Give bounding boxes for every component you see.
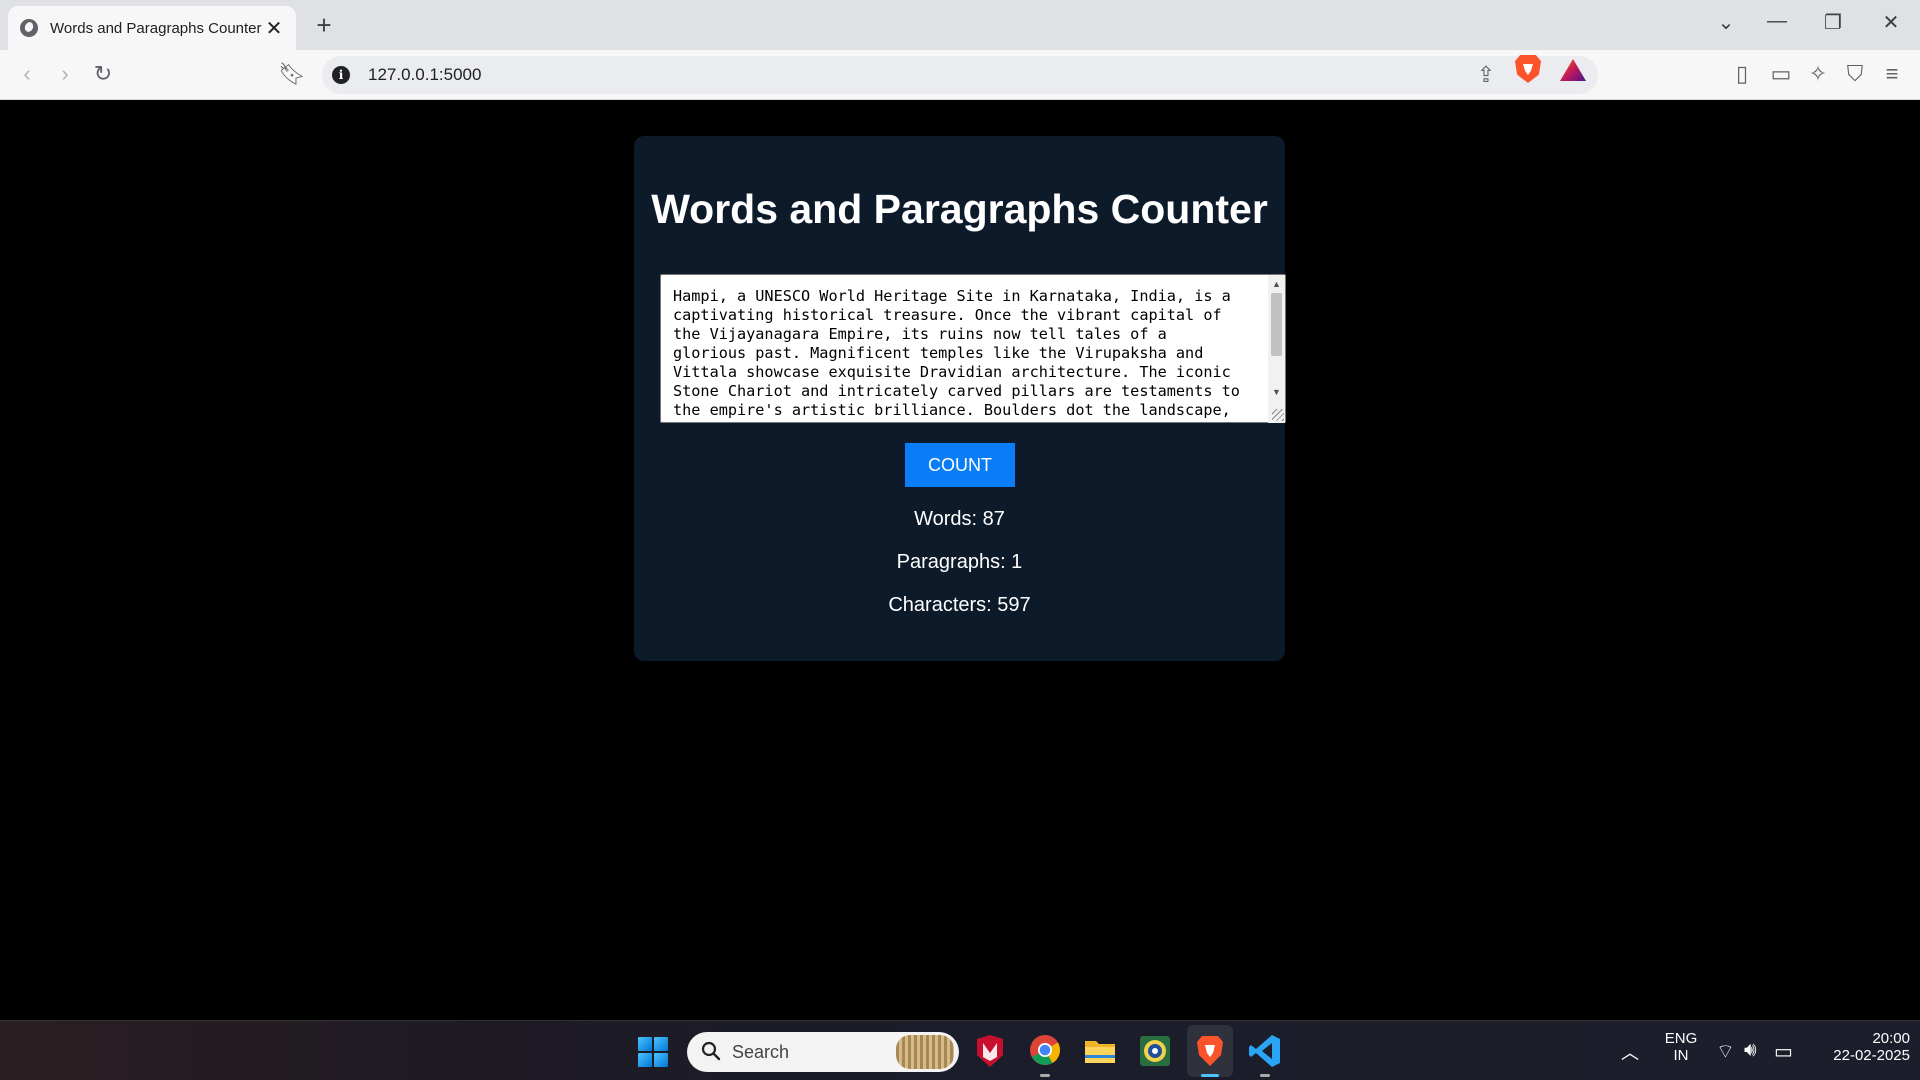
search-placeholder: Search — [732, 1042, 790, 1062]
windows-taskbar: Search ︿ ENG IN ⌔ 🔊︎ ▭ 20:00 22-02-2025 — [0, 1020, 1920, 1080]
tab-title: Words and Paragraphs Counter — [50, 19, 262, 37]
minimize-button[interactable]: — — [1762, 10, 1792, 33]
page-viewport: Words and Paragraphs Counter Hampi, a UN… — [0, 101, 1920, 1020]
file-explorer-icon[interactable] — [1083, 1033, 1117, 1069]
app-running-indicator — [1260, 1074, 1270, 1077]
vpn-icon[interactable]: ⛉ — [1840, 60, 1870, 88]
url-text[interactable]: 127.0.0.1:5000 — [368, 65, 481, 85]
search-highlight-image — [896, 1035, 954, 1069]
textarea-scrollbar[interactable]: ▲ ▼ — [1268, 275, 1285, 423]
browser-tab-bar: Words and Paragraphs Counter ✕ + ⌄ — ❐ ✕ — [0, 0, 1920, 50]
back-icon[interactable]: ‹ — [12, 60, 42, 88]
tab-close-icon[interactable]: ✕ — [264, 16, 284, 41]
app-active-indicator — [1201, 1074, 1219, 1077]
clock[interactable]: 20:00 22-02-2025 — [1810, 1030, 1910, 1064]
chevron-up-icon[interactable]: ︿ — [1621, 1039, 1639, 1065]
words-count: Words: 87 — [914, 508, 1005, 530]
characters-count: Characters: 597 — [888, 594, 1031, 616]
leo-ai-icon[interactable]: ✧ — [1803, 60, 1833, 88]
browser-tab[interactable]: Words and Paragraphs Counter ✕ — [8, 6, 296, 50]
wallet-icon[interactable]: ▭ — [1766, 60, 1796, 88]
clock-date: 22-02-2025 — [1833, 1047, 1910, 1064]
tab-search-dropdown-icon[interactable]: ⌄ — [1711, 10, 1741, 35]
wifi-icon[interactable]: ⌔ — [1716, 1039, 1735, 1064]
chrome-icon[interactable] — [1028, 1033, 1062, 1077]
emblem-app-icon[interactable] — [1138, 1033, 1172, 1069]
mcafee-icon[interactable] — [973, 1033, 1007, 1069]
language-indicator[interactable]: ENG IN — [1660, 1030, 1702, 1064]
scroll-down-arrow-icon[interactable]: ▼ — [1268, 385, 1285, 399]
region-code: IN — [1673, 1047, 1689, 1064]
app-running-indicator — [1040, 1074, 1050, 1077]
language-code: ENG — [1664, 1030, 1698, 1047]
brave-browser-icon[interactable] — [1193, 1033, 1227, 1077]
new-tab-button[interactable]: + — [312, 10, 336, 41]
globe-icon — [20, 19, 38, 37]
scrollbar-thumb[interactable] — [1271, 293, 1282, 356]
textarea-resize-handle[interactable] — [1272, 409, 1284, 421]
forward-icon[interactable]: › — [50, 60, 80, 88]
paragraphs-count: Paragraphs: 1 — [896, 551, 1023, 573]
count-button[interactable]: COUNT — [905, 443, 1015, 487]
battery-icon[interactable]: ▭ — [1774, 1039, 1793, 1064]
page-title: Words and Paragraphs Counter — [651, 186, 1268, 232]
sidebar-icon[interactable]: ▯ — [1727, 60, 1757, 88]
search-icon — [701, 1041, 721, 1061]
address-bar[interactable]: i 127.0.0.1:5000 ⇪ — [322, 56, 1598, 94]
scroll-up-arrow-icon[interactable]: ▲ — [1268, 277, 1285, 291]
site-info-icon[interactable]: i — [332, 66, 350, 84]
restore-button[interactable]: ❐ — [1818, 10, 1848, 35]
vscode-icon[interactable] — [1248, 1033, 1282, 1077]
close-window-button[interactable]: ✕ — [1876, 10, 1906, 35]
counter-card: Words and Paragraphs Counter Hampi, a UN… — [634, 136, 1286, 661]
taskbar-search[interactable]: Search — [687, 1032, 959, 1072]
clock-time: 20:00 — [1872, 1030, 1910, 1047]
bookmark-icon[interactable]: 🔖︎ — [277, 60, 307, 88]
volume-icon[interactable]: 🔊︎ — [1744, 1039, 1757, 1062]
share-icon[interactable]: ⇪ — [1472, 62, 1500, 88]
text-input-area[interactable]: Hampi, a UNESCO World Heritage Site in K… — [660, 274, 1286, 423]
windows-start-icon[interactable] — [638, 1037, 668, 1067]
menu-icon[interactable]: ≡ — [1877, 60, 1907, 88]
reload-icon[interactable]: ↻ — [88, 60, 118, 88]
browser-toolbar: ‹ › ↻ 🔖︎ i 127.0.0.1:5000 ⇪ ▯ ▭ ✧ ⛉ ≡ — [0, 50, 1920, 100]
